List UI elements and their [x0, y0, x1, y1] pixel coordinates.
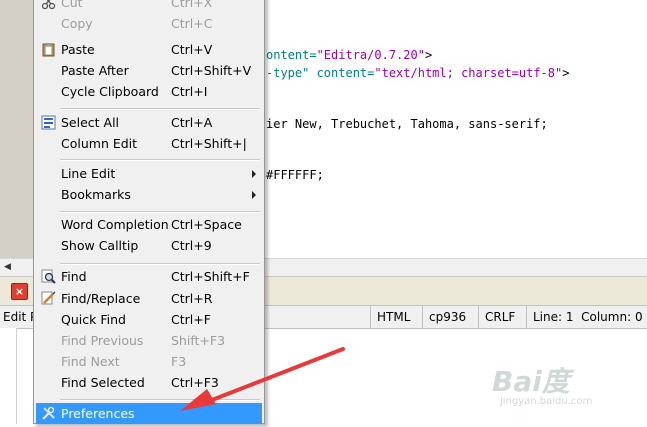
annotation-arrow-icon — [180, 347, 345, 411]
